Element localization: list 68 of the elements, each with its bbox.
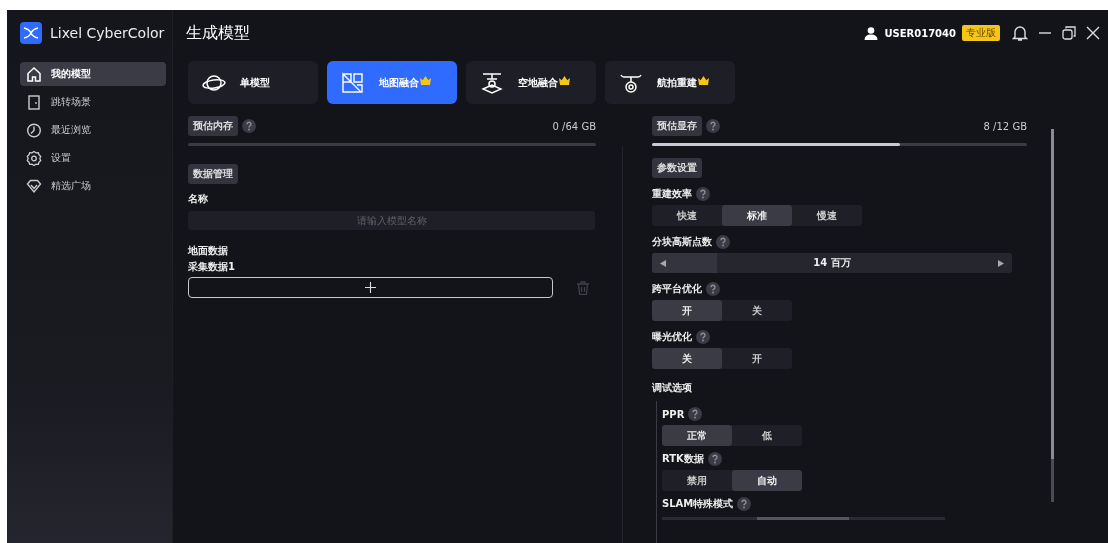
drone-scanner-icon: [480, 70, 504, 95]
section-label: 参数设置: [652, 158, 702, 178]
field-label: 名称: [188, 192, 209, 206]
segment-option[interactable]: 开: [722, 348, 792, 369]
sidebar-item[interactable]: 设置: [20, 146, 166, 170]
mode-tab[interactable]: 单模型: [188, 61, 318, 104]
mode-tab[interactable]: 航拍重建: [605, 61, 735, 104]
data-label: 采集数据1: [188, 260, 236, 274]
right-arrow-icon[interactable]: [998, 260, 1004, 267]
door-icon: [26, 93, 42, 111]
help-icon[interactable]: [696, 330, 710, 344]
add-data-button[interactable]: [188, 277, 553, 298]
help-icon[interactable]: [707, 452, 722, 466]
mode-tab[interactable]: 地图融合: [327, 61, 457, 104]
logo-icon: [20, 22, 42, 44]
section-label: 预估显存: [652, 116, 702, 136]
meter-reading: 8 /12 GB: [983, 120, 1027, 132]
help-icon[interactable]: [706, 119, 720, 133]
segment-option[interactable]: 禁用: [662, 470, 732, 491]
mode-tab[interactable]: 空地融合: [466, 61, 596, 104]
plus-icon: [365, 282, 376, 293]
meter-reading: 0 /64 GB: [552, 120, 596, 132]
segment-option[interactable]: 低: [732, 425, 802, 446]
section-label: 数据管理: [188, 164, 238, 184]
clock-icon: [26, 121, 42, 139]
left-arrow-icon[interactable]: [660, 260, 666, 267]
section-heading: 调试选项: [652, 381, 693, 395]
segment-option[interactable]: 正常: [662, 425, 732, 446]
setting-label: PPR: [662, 408, 685, 420]
sidebar-item[interactable]: 跳转场景: [20, 90, 166, 114]
app-name: Lixel CyberColor: [50, 25, 165, 41]
restore-icon[interactable]: [1062, 26, 1076, 40]
diamond-icon: [26, 177, 42, 195]
segment-option[interactable]: 快速: [652, 205, 722, 226]
setting-label: 重建效率: [652, 187, 692, 201]
help-icon[interactable]: [737, 497, 752, 511]
help-icon[interactable]: [242, 119, 256, 133]
setting-label: SLAM特殊模式: [662, 497, 734, 511]
close-icon[interactable]: [1086, 26, 1100, 40]
help-icon[interactable]: [696, 187, 710, 201]
map-tiles-icon: [341, 70, 365, 95]
segment-option[interactable]: 关: [722, 300, 792, 321]
scroll-thumb[interactable]: [757, 517, 849, 520]
section-label: 预估内存: [188, 116, 238, 136]
segment-option[interactable]: 开: [652, 300, 722, 321]
setting-label: 曝光优化: [652, 330, 692, 344]
username[interactable]: USER017040: [884, 27, 956, 39]
help-icon[interactable]: [716, 235, 730, 249]
home-icon: [26, 65, 42, 83]
setting-label: RTK数据: [662, 452, 704, 466]
segment-option[interactable]: 自动: [732, 470, 802, 491]
setting-label: 分块高斯点数: [652, 235, 712, 249]
segment-option[interactable]: 关: [652, 348, 722, 369]
help-icon[interactable]: [706, 282, 720, 296]
sidebar-item[interactable]: 我的模型: [20, 62, 166, 86]
gear-icon: [26, 149, 42, 167]
help-icon[interactable]: [688, 407, 703, 421]
setting-label: 跨平台优化: [652, 282, 702, 296]
user-icon[interactable]: [864, 26, 879, 40]
field-label: 地面数据: [188, 244, 229, 258]
segment-option[interactable]: 标准: [722, 205, 792, 226]
segment-option[interactable]: 慢速: [792, 205, 862, 226]
bell-icon[interactable]: [1012, 24, 1028, 42]
sidebar-item[interactable]: 精选广场: [20, 174, 166, 198]
plan-badge: 专业版: [962, 25, 1000, 41]
stepper-field[interactable]: 14 百万: [652, 253, 1012, 273]
sidebar-item[interactable]: 最近浏览: [20, 118, 166, 142]
page-title: 生成模型: [186, 22, 251, 44]
